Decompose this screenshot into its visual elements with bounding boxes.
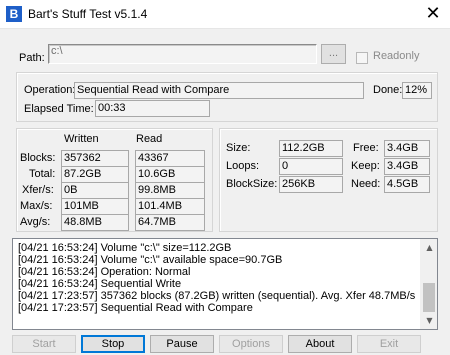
max-written: 101MB	[61, 198, 129, 215]
readonly-checkbox[interactable]	[356, 52, 368, 64]
total-written: 87.2GB	[61, 166, 129, 183]
need-label: Need:	[351, 178, 381, 190]
path-input[interactable]: c:\	[48, 44, 317, 64]
xfer-read: 99.8MB	[135, 182, 205, 199]
log-line: [04/21 16:53:24] Volume "c:\" size=112.2…	[18, 242, 232, 254]
blocks-written: 357362	[61, 150, 129, 167]
avg-read: 64.7MB	[135, 214, 205, 231]
done-label: Done:	[373, 84, 403, 96]
written-header: Written	[64, 133, 99, 145]
title-bar[interactable]: B Bart's Stuff Test v5.1.4 ✕	[0, 0, 450, 29]
log-scrollbar[interactable]: ▲ ▼	[420, 239, 437, 329]
path-label: Path:	[19, 52, 45, 64]
start-button[interactable]: Start	[12, 335, 76, 353]
size-label: Size:	[226, 142, 251, 154]
scroll-thumb[interactable]	[423, 283, 435, 312]
xfer-written: 0B	[61, 182, 129, 199]
blocksize-label: BlockSize:	[226, 178, 278, 190]
readonly-label: Readonly	[373, 50, 420, 62]
operation-label: Operation:	[24, 84, 76, 96]
log-line: [04/21 16:53:24] Sequential Write	[18, 278, 182, 290]
scroll-up-icon[interactable]: ▲	[421, 239, 437, 256]
log-line: [04/21 16:53:24] Operation: Normal	[18, 266, 191, 278]
elapsed-value: 00:33	[95, 100, 210, 117]
max-read: 101.4MB	[135, 198, 205, 215]
elapsed-label: Elapsed Time:	[24, 103, 94, 115]
blocksize-value: 256KB	[279, 176, 343, 193]
free-value: 3.4GB	[384, 140, 430, 157]
app-icon: B	[6, 6, 22, 22]
log-line: [04/21 17:23:57] Sequential Read with Co…	[18, 302, 253, 314]
blocks-read: 43367	[135, 150, 205, 167]
options-button[interactable]: Options	[219, 335, 283, 353]
free-label: Free:	[353, 142, 379, 154]
window-title: Bart's Stuff Test v5.1.4	[28, 7, 148, 21]
exit-button[interactable]: Exit	[357, 335, 421, 353]
read-header: Read	[136, 133, 163, 145]
pause-button[interactable]: Pause	[150, 335, 214, 353]
total-label: Total:	[29, 168, 56, 180]
xfer-label: Xfer/s:	[22, 184, 54, 196]
log-line: [04/21 17:23:57] 357362 blocks (87.2GB) …	[18, 290, 416, 302]
about-button[interactable]: About	[288, 335, 352, 353]
need-value: 4.5GB	[384, 176, 430, 193]
avg-written: 48.8MB	[61, 214, 129, 231]
avg-label: Avg/s:	[20, 216, 51, 228]
keep-label: Keep:	[351, 160, 380, 172]
stop-button[interactable]: Stop	[81, 335, 145, 353]
total-read: 10.6GB	[135, 166, 205, 183]
loops-label: Loops:	[226, 160, 260, 172]
done-value: 12%	[402, 82, 432, 99]
operation-value: Sequential Read with Compare	[74, 82, 364, 99]
close-icon[interactable]: ✕	[416, 0, 450, 29]
blocks-label: Blocks:	[20, 152, 56, 164]
size-value: 112.2GB	[279, 140, 343, 157]
browse-button[interactable]: ...	[321, 44, 346, 64]
log-listbox[interactable]: [04/21 16:53:24] Volume "c:\" size=112.2…	[12, 238, 438, 330]
max-label: Max/s:	[20, 200, 53, 212]
loops-value: 0	[279, 158, 343, 175]
log-line: [04/21 16:53:24] Volume "c:\" available …	[18, 254, 283, 266]
keep-value: 3.4GB	[384, 158, 430, 175]
scroll-down-icon[interactable]: ▼	[421, 312, 437, 329]
